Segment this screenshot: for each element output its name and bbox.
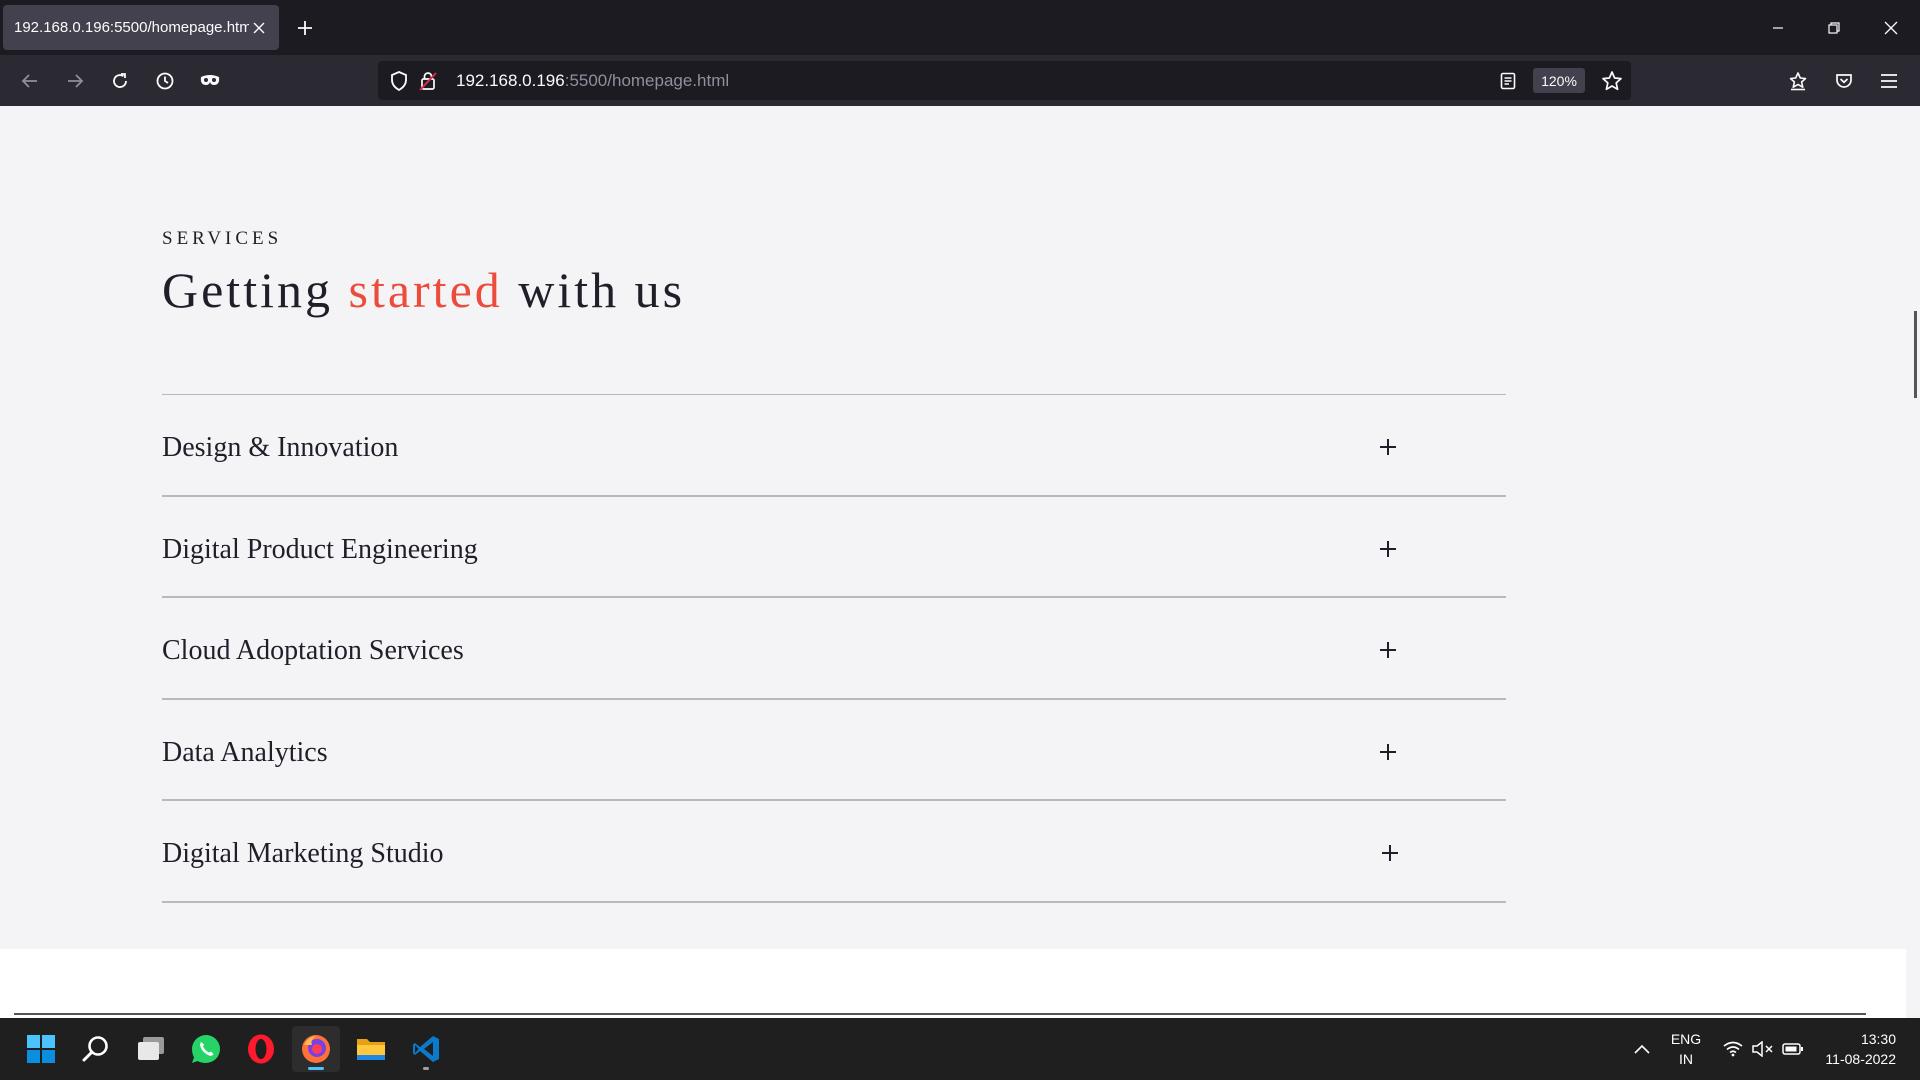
wifi-icon[interactable] (1718, 1026, 1748, 1072)
close-window-button[interactable] (1863, 0, 1919, 55)
app-menu-icon[interactable] (1871, 63, 1907, 99)
whatsapp-icon[interactable] (182, 1026, 230, 1072)
back-button[interactable] (12, 63, 48, 99)
browser-tab-strip: 192.168.0.196:5500/homepage.html (0, 0, 1920, 55)
forward-button[interactable] (57, 63, 93, 99)
next-section (0, 949, 1906, 1018)
clock[interactable]: 13:30 11-08-2022 (1816, 1029, 1914, 1069)
region-code: IN (1679, 1051, 1693, 1067)
new-tab-button[interactable] (291, 14, 319, 42)
tab-title: 192.168.0.196:5500/homepage.html (14, 19, 249, 36)
history-icon[interactable] (147, 63, 183, 99)
opera-icon[interactable] (237, 1026, 285, 1072)
heading-text-start: Getting (162, 262, 349, 318)
accordion-item[interactable]: Design & Innovation (162, 395, 1506, 497)
plus-icon[interactable] (1374, 738, 1402, 766)
battery-icon[interactable] (1778, 1026, 1808, 1072)
bookmark-star-icon[interactable] (1599, 68, 1625, 94)
restore-button[interactable] (1806, 0, 1862, 55)
private-mask-icon[interactable] (192, 63, 228, 99)
chevron-up-icon[interactable] (1620, 1026, 1664, 1072)
windows-taskbar: ENG IN 13:30 11-08-2022 (0, 1018, 1920, 1080)
divider (14, 1013, 1866, 1015)
accordion-item-label[interactable]: Data Analytics (162, 700, 328, 800)
file-explorer-icon[interactable] (347, 1026, 395, 1072)
plus-icon[interactable] (1374, 535, 1402, 563)
url-host: 192.168.0.196 (456, 71, 565, 90)
accordion-item[interactable]: Data Analytics (162, 700, 1506, 801)
plus-icon[interactable] (1374, 433, 1402, 461)
address-bar[interactable]: 192.168.0.196:5500/homepage.html 120% (378, 61, 1631, 100)
plus-icon[interactable] (1376, 839, 1404, 867)
firefox-icon[interactable] (292, 1026, 340, 1072)
url-path: :5500/homepage.html (564, 71, 730, 90)
minimize-button[interactable] (1750, 0, 1806, 55)
accordion-item[interactable]: Digital Product Engineering (162, 497, 1506, 598)
heading-accent-word: started (348, 262, 503, 318)
accordion-item-label[interactable]: Digital Marketing Studio (162, 801, 444, 901)
browser-toolbar: 192.168.0.196:5500/homepage.html 120% (0, 55, 1920, 106)
services-section: SERVICES Getting started with us Design … (0, 106, 1906, 949)
clock-date: 11-08-2022 (1825, 1051, 1896, 1067)
running-app-indicator (423, 1067, 429, 1070)
browser-tab[interactable]: 192.168.0.196:5500/homepage.html (3, 5, 279, 50)
search-icon[interactable] (72, 1026, 120, 1072)
insecure-lock-icon[interactable] (415, 68, 441, 94)
heading-text-end: with us (502, 262, 686, 318)
pocket-icon[interactable] (1826, 63, 1862, 99)
bookmarks-menu-icon[interactable] (1780, 63, 1816, 99)
volume-muted-icon[interactable] (1748, 1026, 1778, 1072)
language-code: ENG (1670, 1031, 1702, 1047)
reader-view-icon[interactable] (1495, 68, 1521, 94)
start-icon[interactable] (17, 1026, 65, 1072)
clock-time: 13:30 (1860, 1031, 1896, 1047)
web-page-viewport: SERVICES Getting started with us Design … (0, 106, 1920, 1018)
vscode-icon[interactable] (402, 1026, 450, 1072)
shield-icon[interactable] (386, 68, 412, 94)
accordion-item-label[interactable]: Design & Innovation (162, 395, 398, 495)
active-app-indicator (308, 1067, 324, 1070)
services-accordion: Design & Innovation Digital Product Engi… (162, 394, 1506, 903)
task-view-icon[interactable] (127, 1026, 175, 1072)
reload-button[interactable] (102, 63, 138, 99)
input-language-indicator[interactable]: ENG IN (1664, 1029, 1708, 1069)
accordion-item-label[interactable]: Digital Product Engineering (162, 497, 478, 597)
accordion-item-label[interactable]: Cloud Adoptation Services (162, 598, 464, 698)
url-text[interactable]: 192.168.0.196:5500/homepage.html (456, 61, 729, 100)
accordion-item[interactable]: Cloud Adoptation Services (162, 598, 1506, 700)
plus-icon[interactable] (1374, 636, 1402, 664)
accordion-item[interactable]: Digital Marketing Studio (162, 801, 1506, 903)
section-eyebrow: SERVICES (162, 228, 283, 249)
section-heading: Getting started with us (162, 261, 685, 319)
close-tab-icon[interactable] (249, 18, 269, 38)
zoom-level-badge[interactable]: 120% (1533, 68, 1585, 93)
scrollbar-thumb[interactable] (1914, 311, 1917, 398)
